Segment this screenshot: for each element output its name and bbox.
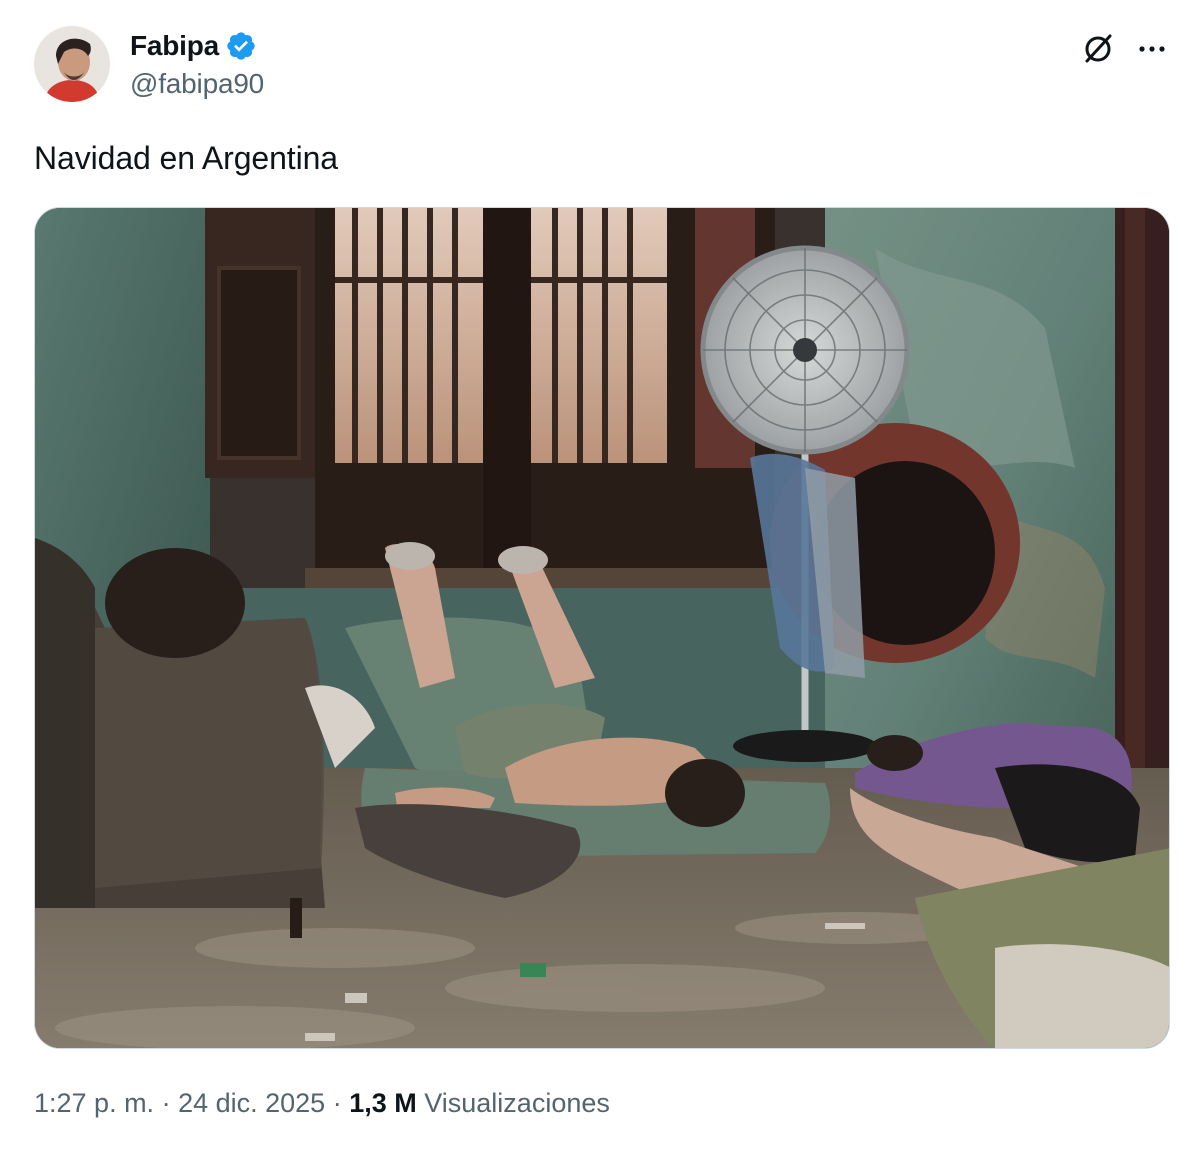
more-options-icon [1139, 46, 1165, 52]
display-name[interactable]: Fabipa [130, 30, 219, 62]
views-spacer [417, 1088, 425, 1119]
tweet-text: Navidad en Argentina [34, 140, 339, 176]
display-name-row: Fabipa [130, 28, 264, 64]
meta-separator: · [325, 1088, 350, 1118]
tweet-time[interactable]: 1:27 p. m. [34, 1088, 154, 1119]
tweet-date[interactable]: 24 dic. 2025 [178, 1088, 325, 1119]
room-photo-icon [35, 208, 1169, 1048]
grok-button[interactable] [1078, 28, 1118, 68]
avatar[interactable] [34, 26, 110, 102]
tweet-meta: 1:27 p. m. · 24 dic. 2025 · 1,3 M Visual… [34, 1088, 610, 1119]
tweet-card: Fabipa @fabipa90 Navidad en Argentina 1:… [0, 0, 1200, 1160]
tweet-header: Fabipa @fabipa90 [34, 24, 1174, 108]
tweet-photo[interactable] [34, 207, 1170, 1049]
views-label: Visualizaciones [424, 1088, 610, 1118]
grok-icon [1085, 34, 1112, 63]
meta-separator: · [154, 1088, 179, 1118]
author-handle[interactable]: @fabipa90 [130, 68, 264, 100]
profile-photo-icon [34, 26, 110, 102]
more-options-button[interactable] [1132, 28, 1172, 68]
verified-badge-icon[interactable] [225, 30, 257, 62]
author-block: Fabipa @fabipa90 [130, 28, 264, 100]
views-count: 1,3 M [349, 1088, 417, 1118]
